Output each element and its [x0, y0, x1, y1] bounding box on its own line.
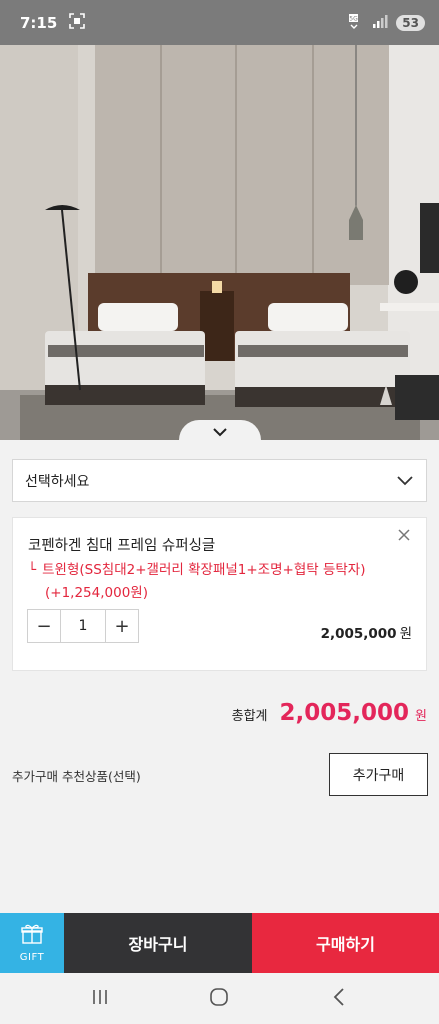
quantity-decrease-button[interactable]: − [28, 610, 60, 642]
quantity-input[interactable]: 1 [60, 610, 106, 642]
battery-badge: 53 [396, 14, 425, 31]
item-option-text: 트윈형(SS침대2+갤러리 확장패널1+조명+협탁 등탁자) [42, 562, 366, 578]
back-icon [332, 987, 346, 1011]
status-bar: 7:15 5G 53 [0, 0, 439, 45]
total-value: 2,005,000 [279, 700, 410, 726]
selected-item-card: 코펜하겐 침대 프레임 슈퍼싱글 └ 트윈형(SS침대2+갤러리 확장패널1+조명… [12, 517, 427, 671]
item-price-unit: 원 [399, 626, 412, 642]
chevron-down-icon [396, 471, 414, 490]
additional-purchase-label: 추가구매 추천상품(선택) [12, 769, 141, 784]
option-select-placeholder: 선택하세요 [25, 473, 90, 490]
chevron-down-icon [212, 422, 228, 441]
total-summary: 총합계 2,005,000 원 [232, 700, 427, 726]
item-price-value: 2,005,000 [320, 626, 397, 642]
gift-button[interactable]: GIFT [0, 913, 64, 973]
home-icon [209, 987, 229, 1011]
recent-apps-button[interactable] [80, 979, 120, 1019]
bottom-action-bar: GIFT 장바구니 구매하기 [0, 913, 439, 973]
hero-collapse-toggle[interactable] [179, 420, 261, 442]
remove-item-button[interactable] [394, 526, 414, 546]
svg-text:5G: 5G [350, 15, 359, 22]
wifi-5g-icon: 5G [348, 13, 364, 33]
recent-apps-icon [91, 988, 109, 1010]
buy-now-button[interactable]: 구매하기 [252, 913, 439, 973]
signal-icon [372, 13, 388, 32]
add-to-cart-button[interactable]: 장바구니 [64, 913, 252, 973]
total-label: 총합계 [231, 709, 268, 724]
total-unit: 원 [415, 709, 427, 724]
item-option: └ 트윈형(SS침대2+갤러리 확장패널1+조명+협탁 등탁자) [28, 558, 366, 578]
back-button[interactable] [319, 979, 359, 1019]
screenshot-icon [69, 12, 86, 33]
system-nav-bar [0, 973, 439, 1024]
gift-label: GIFT [19, 951, 45, 963]
quantity-increase-button[interactable]: + [106, 610, 138, 642]
home-button[interactable] [199, 979, 239, 1019]
branch-glyph: └ [28, 562, 37, 578]
additional-purchase-button[interactable]: 추가구매 [329, 753, 428, 796]
quantity-stepper: − 1 + [27, 609, 139, 643]
product-hero-image [0, 45, 439, 440]
status-time: 7:15 [20, 13, 58, 32]
gift-icon [21, 924, 43, 948]
item-option-price: (+1,254,000원) [45, 585, 148, 601]
close-icon [397, 527, 411, 546]
option-select[interactable]: 선택하세요 [12, 459, 427, 502]
item-price: 2,005,000 원 [321, 622, 412, 642]
item-name: 코펜하겐 침대 프레임 슈퍼싱글 [28, 538, 216, 554]
